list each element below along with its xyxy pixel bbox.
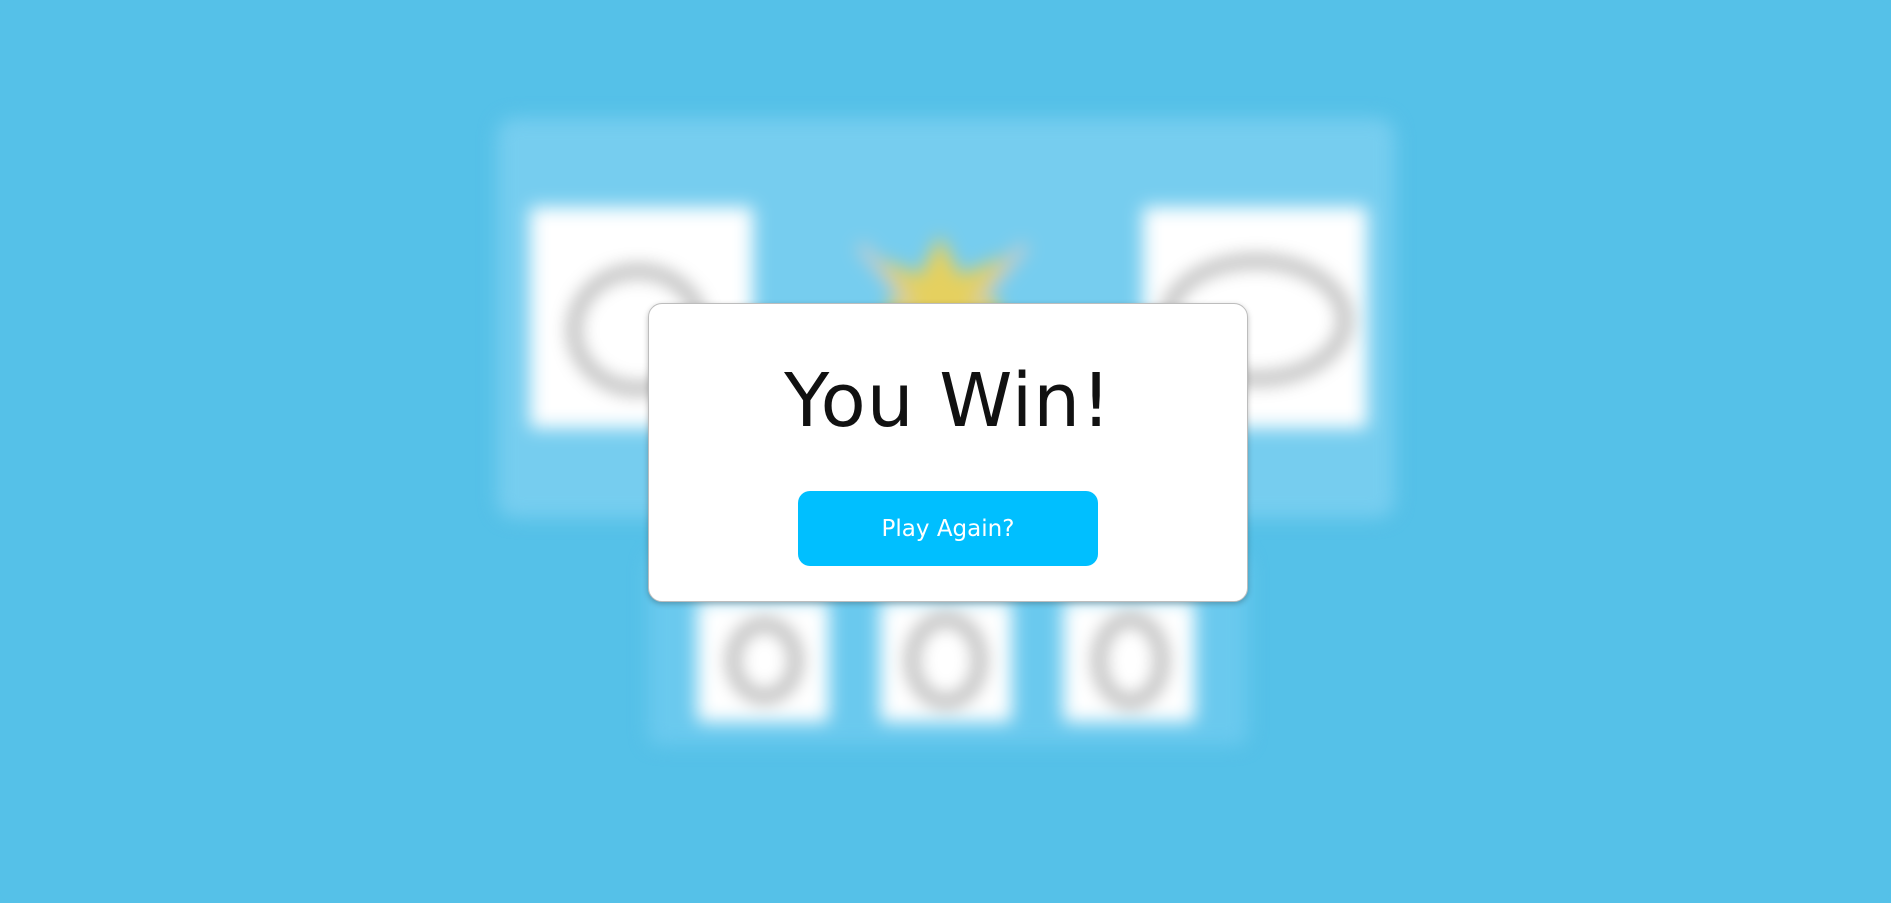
result-title: You Win! bbox=[784, 358, 1112, 444]
game-viewport: You Win! Play Again? bbox=[0, 0, 1891, 903]
choice-paper-button[interactable] bbox=[880, 600, 1012, 722]
paper-hand-icon bbox=[908, 615, 984, 706]
scissors-hand-icon bbox=[1095, 615, 1166, 706]
play-again-button[interactable]: Play Again? bbox=[798, 491, 1098, 566]
choice-rock-button[interactable] bbox=[697, 600, 829, 722]
rock-hand-icon bbox=[729, 620, 800, 701]
choice-scissors-button[interactable] bbox=[1063, 600, 1195, 722]
result-modal: You Win! Play Again? bbox=[648, 303, 1248, 602]
